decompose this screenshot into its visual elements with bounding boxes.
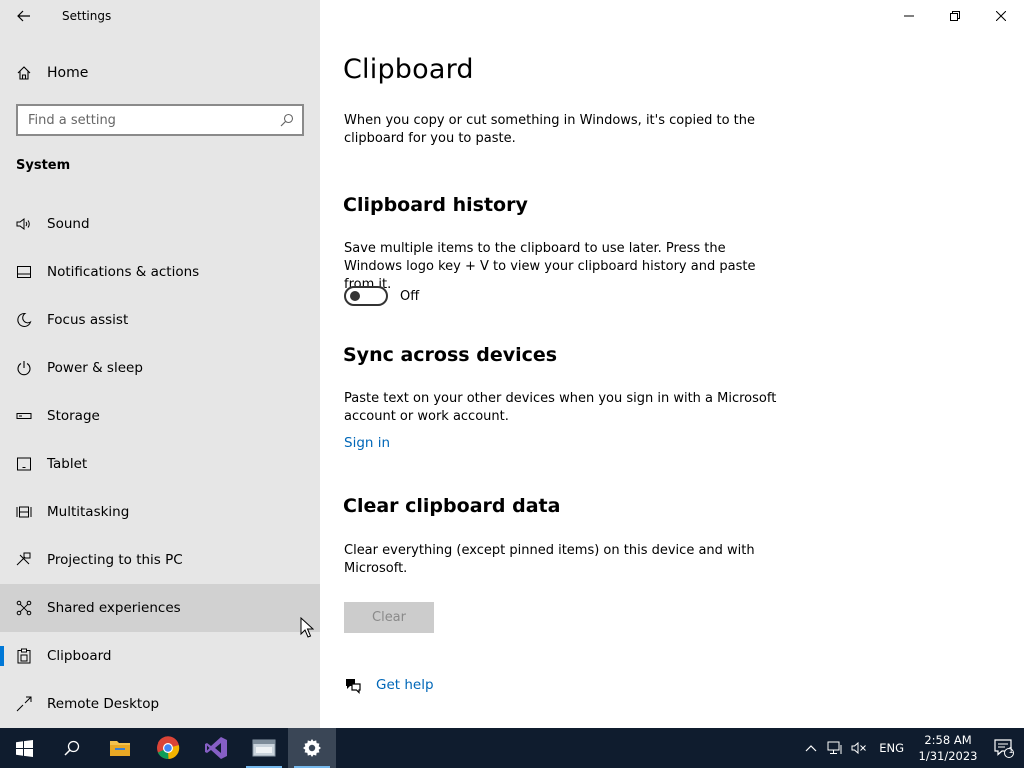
- sidebar-item-label: Shared experiences: [47, 600, 181, 616]
- sidebar-item-multitasking[interactable]: Multitasking: [0, 488, 320, 536]
- get-help-row: Get help: [344, 676, 434, 694]
- sidebar-item-shared-experiences[interactable]: Shared experiences: [0, 584, 320, 632]
- intro-text: When you copy or cut something in Window…: [344, 113, 755, 146]
- sidebar-item-notifications[interactable]: Notifications & actions: [0, 248, 320, 296]
- shared-experiences-icon: [16, 600, 32, 616]
- sidebar-item-label: Power & sleep: [47, 360, 143, 376]
- home-label: Home: [47, 65, 89, 81]
- app-title: Settings: [62, 9, 112, 23]
- tablet-icon: [17, 457, 31, 471]
- clear-description: Clear everything (except pinned items) o…: [344, 543, 755, 576]
- clock-date: 1/31/2023: [918, 749, 978, 763]
- nav-list: Sound Notifications & actions Focus assi…: [0, 200, 320, 728]
- search-input[interactable]: [18, 106, 274, 134]
- sidebar: Settings Home System Sound Notifications…: [0, 0, 320, 728]
- restore-icon: [950, 11, 960, 21]
- sync-description: Paste text on your other devices when yo…: [344, 391, 777, 424]
- help-chat-icon: [346, 679, 361, 694]
- multitasking-icon: [16, 506, 32, 518]
- sidebar-item-storage[interactable]: Storage: [0, 392, 320, 440]
- search-icon[interactable]: [280, 113, 294, 127]
- taskbar: ENG 2:58 AM 1/31/2023 1: [0, 728, 1024, 768]
- volume-tray-button[interactable]: [847, 728, 871, 768]
- minimize-icon: [904, 15, 914, 17]
- sidebar-item-label: Multitasking: [47, 504, 130, 520]
- volume-muted-icon: [851, 741, 867, 755]
- toggle-knob: [350, 291, 360, 301]
- sidebar-item-focus-assist[interactable]: Focus assist: [0, 296, 320, 344]
- clock-time: 2:58 AM: [924, 733, 972, 747]
- minimize-button[interactable]: [886, 0, 932, 32]
- search-icon: [64, 740, 80, 756]
- sidebar-item-sound[interactable]: Sound: [0, 200, 320, 248]
- sidebar-item-projecting[interactable]: Projecting to this PC: [0, 536, 320, 584]
- sync-heading: Sync across devices: [343, 344, 558, 366]
- storage-icon: [16, 413, 32, 419]
- sidebar-item-label: Focus assist: [47, 312, 129, 328]
- sidebar-item-label: Projecting to this PC: [47, 552, 183, 568]
- close-button[interactable]: [978, 0, 1024, 32]
- taskbar-search-button[interactable]: [48, 728, 96, 768]
- sidebar-item-label: Notifications & actions: [47, 264, 200, 280]
- close-icon: [996, 11, 1006, 21]
- clear-button[interactable]: Clear: [344, 602, 434, 633]
- folder-icon: [110, 741, 130, 756]
- sidebar-item-label: Storage: [47, 408, 100, 424]
- gear-icon: [303, 739, 321, 757]
- speaker-icon: [16, 218, 30, 230]
- input-language[interactable]: ENG: [871, 741, 912, 755]
- sidebar-item-home[interactable]: Home: [0, 54, 320, 92]
- system-tray: ENG 2:58 AM 1/31/2023 1: [799, 728, 1024, 768]
- notification-icon: [17, 266, 31, 278]
- show-hidden-icons-button[interactable]: [799, 728, 823, 768]
- get-help-link[interactable]: Get help: [376, 677, 434, 693]
- main-content: Clipboard When you copy or cut something…: [320, 0, 1024, 728]
- search-box: [16, 104, 304, 136]
- sidebar-item-label: Sound: [47, 216, 90, 232]
- sidebar-item-label: Remote Desktop: [47, 696, 160, 712]
- sidebar-item-power-sleep[interactable]: Power & sleep: [0, 344, 320, 392]
- network-icon: [827, 741, 842, 754]
- restore-button[interactable]: [932, 0, 978, 32]
- visual-studio-icon: [205, 737, 227, 759]
- taskbar-file-explorer[interactable]: [96, 728, 144, 768]
- projecting-icon: [16, 552, 31, 566]
- network-tray-button[interactable]: [823, 728, 847, 768]
- sidebar-item-label: Clipboard: [47, 648, 112, 664]
- sidebar-item-clipboard[interactable]: Clipboard: [0, 632, 320, 680]
- sidebar-item-label: Tablet: [47, 456, 88, 472]
- sidebar-item-tablet[interactable]: Tablet: [0, 440, 320, 488]
- clear-heading: Clear clipboard data: [343, 495, 561, 517]
- sidebar-item-remote-desktop[interactable]: Remote Desktop: [0, 680, 320, 728]
- action-center-button[interactable]: 1: [984, 728, 1024, 768]
- mouse-cursor-icon: [300, 617, 314, 638]
- back-button[interactable]: [8, 2, 40, 30]
- clock[interactable]: 2:58 AM 1/31/2023: [912, 732, 984, 764]
- home-icon: [17, 66, 31, 80]
- window-controls: [886, 0, 1024, 32]
- windows-logo-icon: [15, 739, 33, 757]
- clipboard-history-heading: Clipboard history: [343, 194, 528, 216]
- remote-desktop-icon: [16, 696, 32, 712]
- clipboard-icon: [17, 648, 31, 664]
- back-arrow-icon: [17, 10, 30, 22]
- section-header: System: [16, 158, 71, 173]
- toggle-state-label: Off: [400, 288, 420, 304]
- clipboard-history-toggle-row: Off: [344, 286, 419, 306]
- power-icon: [17, 361, 31, 376]
- sign-in-link[interactable]: Sign in: [344, 435, 390, 451]
- page-title: Clipboard: [343, 54, 474, 85]
- chrome-icon: [157, 736, 180, 760]
- taskbar-settings[interactable]: [288, 728, 336, 768]
- clipboard-history-toggle[interactable]: [344, 286, 388, 306]
- notification-count: 1: [1008, 746, 1014, 755]
- taskbar-visual-studio[interactable]: [192, 728, 240, 768]
- app-icon: [252, 739, 276, 757]
- title-bar: Settings: [0, 0, 320, 32]
- chevron-up-icon: [805, 745, 817, 752]
- taskbar-chrome[interactable]: [144, 728, 192, 768]
- start-button[interactable]: [0, 728, 48, 768]
- moon-icon: [17, 312, 32, 327]
- taskbar-app-window[interactable]: [240, 728, 288, 768]
